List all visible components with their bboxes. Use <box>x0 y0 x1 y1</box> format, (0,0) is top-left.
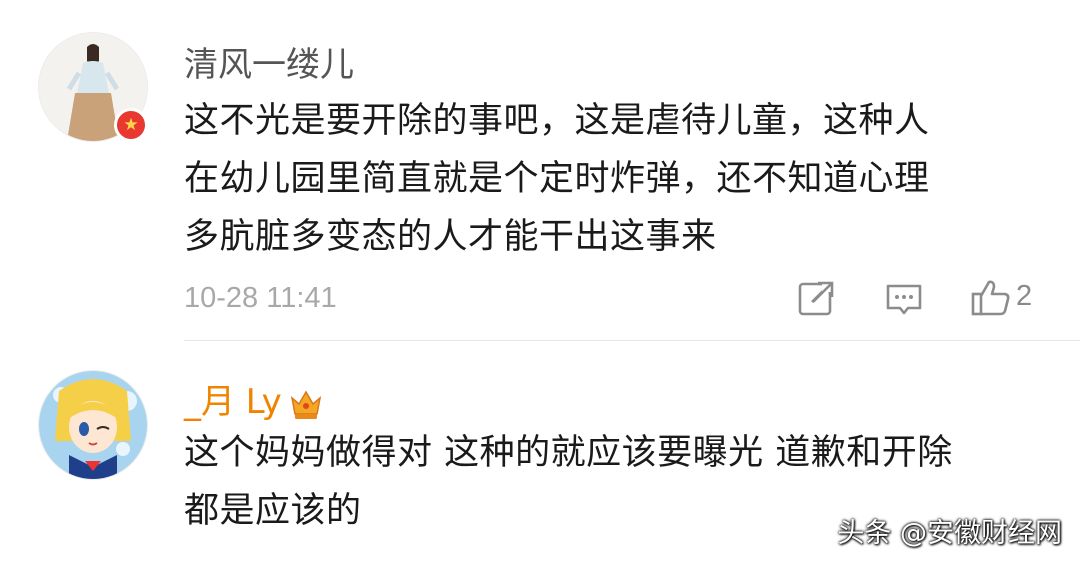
comment-text: 这不光是要开除的事吧，这是虐待儿童，这种人 在幼儿园里简直就是个定时炸弹，还不知… <box>184 92 1044 266</box>
crown-vip-icon <box>290 390 321 419</box>
comment-icon <box>886 284 922 315</box>
like-button[interactable]: 2 <box>970 278 1050 318</box>
timestamp: 10-28 11:41 <box>184 282 337 314</box>
like-count: 2 <box>1016 280 1033 312</box>
comment-text-line: 这个妈妈做得对 这种的就应该要曝光 道歉和开除 <box>184 433 953 473</box>
share-button[interactable] <box>796 278 836 318</box>
thumbs-up-icon <box>971 280 1010 316</box>
comment-item: ★ 清风一缕儿 这不光是要开除的事吧，这是虐待儿童，这种人 在幼儿园里简直就是个… <box>0 0 1080 340</box>
comment-text-line: 多肮脏多变态的人才能干出这事来 <box>184 217 717 257</box>
avatar[interactable] <box>38 370 148 480</box>
anime-avatar <box>39 371 147 479</box>
username[interactable]: 清风一缕儿 <box>184 37 354 86</box>
comment-button[interactable] <box>884 278 924 318</box>
divider <box>184 340 1080 341</box>
username-text: _月 Ly <box>184 382 282 422</box>
watermark: 头条 @安徽财经网 <box>837 518 1062 549</box>
comment-text-line: 在幼儿园里简直就是个定时炸弹，还不知道心理 <box>184 159 930 199</box>
share-icon <box>798 280 834 316</box>
username[interactable]: _月 Ly <box>184 374 324 423</box>
verified-star-badge: ★ <box>114 108 148 142</box>
comments-page: ★ 清风一缕儿 这不光是要开除的事吧，这是虐待儿童，这种人 在幼儿园里简直就是个… <box>0 0 1080 562</box>
comment-text-line: 这不光是要开除的事吧，这是虐待儿童，这种人 <box>184 101 930 141</box>
